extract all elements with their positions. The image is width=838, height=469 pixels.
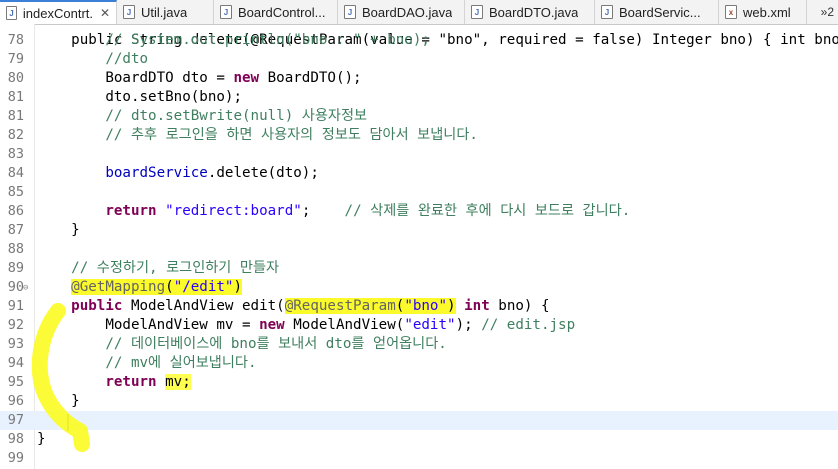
code-text: ModelAndView mv = new ModelAndView("edit… <box>37 317 576 333</box>
line-number: 87 <box>7 222 24 238</box>
code-text: // 수정하기, 로그인하기 만들자 <box>71 260 280 276</box>
code-line-14[interactable]: 90 ⊖ @GetMapping("/edit") <box>0 278 838 297</box>
code-line-1[interactable]: 78 // System.out.println("bno : " + bno)… <box>0 31 838 50</box>
code-line-4[interactable]: 81 dto.setBno(bno); <box>0 88 838 107</box>
code-text: return "redirect:board"; // 삭제를 완료한 후에 다… <box>105 203 631 219</box>
code-text: } <box>37 393 80 409</box>
line-number: 83 <box>7 146 24 162</box>
code-text: // 데이터베이스에 bno를 보내서 dto를 얻어옵니다. <box>105 336 447 352</box>
partial-code-line: public String delete(@RequestParam(value… <box>0 12 838 48</box>
fold-toggle-icon[interactable]: ⊖ <box>23 279 28 298</box>
code-line-12[interactable]: 88 <box>0 240 838 259</box>
code-line-15[interactable]: 91 public ModelAndView edit(@RequestPara… <box>0 297 838 316</box>
code-line-17[interactable]: 93 // 데이터베이스에 bno를 보내서 dto를 얻어옵니다. <box>0 335 838 354</box>
code-line-18[interactable]: 94 // mv에 실어보냅니다. <box>0 354 838 373</box>
line-number: 99 <box>7 450 24 466</box>
code-editor[interactable]: public String delete(@RequestParam(value… <box>0 24 838 469</box>
code-text: } <box>37 431 46 447</box>
code-text: // mv에 실어보냅니다. <box>105 355 257 371</box>
line-number: 86 <box>7 203 24 219</box>
line-number: 80 <box>7 70 24 86</box>
code-line-13[interactable]: 89 // 수정하기, 로그인하기 만들자 <box>0 259 838 278</box>
line-number: 82 <box>7 127 24 143</box>
line-number: 90 <box>7 279 24 295</box>
code-line-9[interactable]: 85 <box>0 183 838 202</box>
line-number: 78 <box>7 32 24 48</box>
code-line-20[interactable]: 96 } <box>0 392 838 411</box>
code-line-16[interactable]: 92 ModelAndView mv = new ModelAndView("e… <box>0 316 838 335</box>
code-line-7[interactable]: 83 <box>0 145 838 164</box>
text-caret <box>67 414 69 431</box>
line-number: 95 <box>7 374 24 390</box>
line-number: 92 <box>7 317 24 333</box>
code-line-10[interactable]: 86 return "redirect:board"; // 삭제를 완료한 후… <box>0 202 838 221</box>
line-number: 93 <box>7 336 24 352</box>
line-number: 84 <box>7 165 24 181</box>
line-number: 81 <box>7 89 24 105</box>
code-line-2[interactable]: 79 //dto <box>0 50 838 69</box>
line-number: 94 <box>7 355 24 371</box>
code-text: // 추후 로그인을 하면 사용자의 정보도 담아서 보냅니다. <box>105 127 478 143</box>
line-number: 81 <box>7 108 24 124</box>
code-text: } <box>37 222 80 238</box>
line-number: 89 <box>7 260 24 276</box>
code-text: public ModelAndView edit(@RequestParam("… <box>71 298 550 314</box>
code-text: boardService.delete(dto); <box>105 165 319 181</box>
code-text: return mv; <box>105 374 191 390</box>
line-number: 97 <box>7 412 24 428</box>
line-number: 79 <box>7 51 24 67</box>
code-text: // System.out.println("bno : " + bno); <box>105 32 430 48</box>
code-line-19[interactable]: 95 return mv; <box>0 373 838 392</box>
line-number: 96 <box>7 393 24 409</box>
code-line-21[interactable]: 97 <box>0 411 838 430</box>
code-line-8[interactable]: 84 boardService.delete(dto); <box>0 164 838 183</box>
code-line-5[interactable]: 81 // dto.setBwrite(null) 사용자정보 <box>0 107 838 126</box>
code-text: // dto.setBwrite(null) 사용자정보 <box>105 108 368 124</box>
line-number: 85 <box>7 184 24 200</box>
code-text: dto.setBno(bno); <box>37 89 242 105</box>
code-text: //dto <box>105 51 149 67</box>
code-line-23[interactable]: 99 <box>0 449 838 468</box>
code-line-11[interactable]: 87 } <box>0 221 838 240</box>
line-number: 91 <box>7 298 24 314</box>
code-text: @GetMapping("/edit") <box>71 279 243 295</box>
code-line-6[interactable]: 82 // 추후 로그인을 하면 사용자의 정보도 담아서 보냅니다. <box>0 126 838 145</box>
code-text: BoardDTO dto = new BoardDTO(); <box>37 70 362 86</box>
code-line-22[interactable]: 98} <box>0 430 838 449</box>
code-line-3[interactable]: 80 BoardDTO dto = new BoardDTO(); <box>0 69 838 88</box>
line-number: 98 <box>7 431 24 447</box>
line-number: 88 <box>7 241 24 257</box>
